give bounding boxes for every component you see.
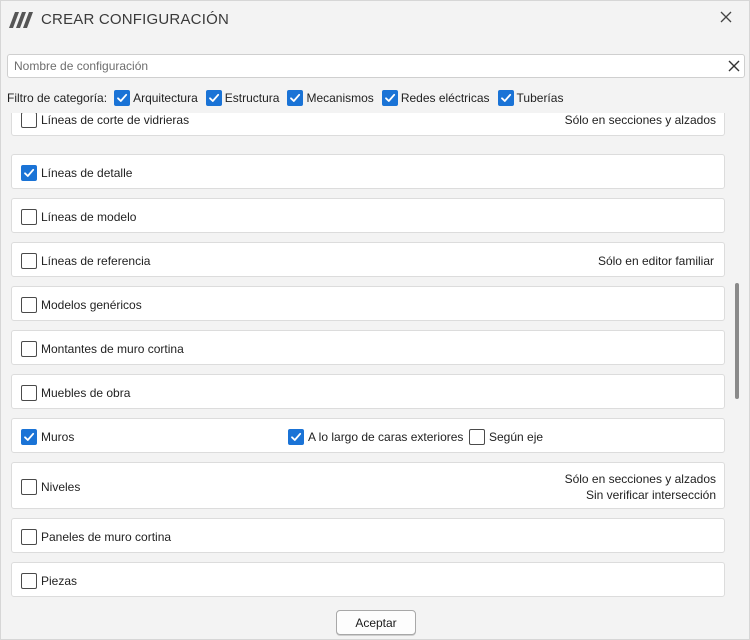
list-item: Muros A lo largo de caras exteriores Según… (11, 418, 725, 453)
item-checkbox[interactable] (21, 428, 37, 445)
list-item: Líneas de modelo (11, 198, 725, 233)
filter-checkbox[interactable] (287, 90, 304, 106)
item-label: Líneas de detalle (41, 165, 133, 180)
category-filter: Filtro de categoría: Arquitectura Estruct… (7, 89, 571, 107)
list-item: Piezas (11, 562, 725, 597)
list-item: Paneles de muro cortina (11, 518, 725, 553)
close-icon (720, 10, 732, 28)
configuration-name-input[interactable] (8, 55, 723, 77)
list-item: Niveles Sólo en secciones y alzados Sin ve… (11, 462, 725, 509)
filter-item-label: Estructura (224, 91, 280, 105)
filter-estructura[interactable]: Estructura (205, 90, 280, 106)
item-checkbox[interactable] (21, 478, 37, 495)
item-checkbox[interactable] (21, 340, 37, 357)
filter-item-label: Redes eléctricas (400, 91, 490, 105)
item-note-line: Sin verificar intersección (585, 487, 716, 502)
item-note-line: Sólo en editor familiar (597, 253, 714, 268)
item-label: Paneles de muro cortina (41, 529, 172, 544)
wall-option-segun-eje[interactable]: Según eje (469, 428, 544, 445)
item-checkbox[interactable] (21, 208, 37, 225)
list-item: Montantes de muro cortina (11, 330, 725, 365)
item-note-line: Sólo en secciones y alzados (564, 471, 716, 486)
accept-button[interactable]: Aceptar (336, 610, 416, 635)
item-label: Montantes de muro cortina (41, 341, 184, 356)
list-item: Modelos genéricos (11, 286, 725, 321)
item-note: Sólo en secciones y alzados (565, 113, 716, 128)
filter-checkbox[interactable] (497, 90, 514, 106)
list-scrollbar[interactable] (735, 283, 739, 399)
list-item: Líneas de detalle (11, 154, 725, 189)
filter-item-label: Tuberías (516, 91, 564, 105)
filter-tuberias[interactable]: Tuberías (497, 90, 564, 106)
item-checkbox[interactable] (21, 164, 37, 181)
filter-checkbox[interactable] (114, 90, 131, 106)
filter-checkbox[interactable] (205, 90, 222, 106)
item-checkbox[interactable] (21, 113, 37, 128)
category-list[interactable]: Líneas de corte de vidrieras Sólo en secc… (9, 113, 743, 599)
filter-item-label: Mecanismos (306, 91, 374, 105)
item-checkbox[interactable] (21, 528, 37, 545)
search-box (7, 54, 745, 78)
clear-search-icon[interactable] (727, 59, 741, 73)
option-checkbox[interactable] (469, 428, 485, 445)
dialog-window: CREAR CONFIGURACIÓN Filtro de categoría:… (0, 0, 750, 640)
option-checkbox[interactable] (288, 428, 304, 445)
category-filter-label: Filtro de categoría: (7, 91, 108, 105)
filter-arquitectura[interactable]: Arquitectura (114, 90, 198, 106)
item-checkbox[interactable] (21, 296, 37, 313)
item-label: Muros (41, 429, 75, 444)
item-note: Sólo en secciones y alzados Sin verificar… (565, 471, 716, 503)
item-note-line: Sólo en secciones y alzados (564, 113, 716, 127)
list-item: Líneas de referencia Sólo en editor famil… (11, 242, 725, 277)
item-label: Líneas de modelo (41, 209, 137, 224)
item-checkbox[interactable] (21, 572, 37, 589)
list-item: Líneas de corte de vidrieras Sólo en secc… (11, 113, 725, 136)
filter-redes-electricas[interactable]: Redes eléctricas (381, 90, 490, 106)
list-item: Muebles de obra (11, 374, 725, 409)
close-button[interactable] (713, 7, 739, 31)
item-label: Niveles (41, 479, 81, 494)
app-logo-icon (9, 11, 35, 29)
item-label: Líneas de corte de vidrieras (41, 113, 190, 127)
item-label: Modelos genéricos (41, 297, 142, 312)
option-label: Según eje (489, 429, 544, 444)
item-checkbox[interactable] (21, 384, 37, 401)
item-label: Líneas de referencia (41, 253, 151, 268)
item-checkbox[interactable] (21, 252, 37, 269)
wall-option-a-lo-largo-de-caras-exteriores[interactable]: A lo largo de caras exteriores (288, 428, 464, 445)
title-bar: CREAR CONFIGURACIÓN (1, 1, 749, 41)
item-label: Muebles de obra (41, 385, 131, 400)
filter-item-label: Arquitectura (133, 91, 198, 105)
filter-checkbox[interactable] (381, 90, 398, 106)
filter-mecanismos[interactable]: Mecanismos (287, 90, 374, 106)
option-label: A lo largo de caras exteriores (308, 429, 464, 444)
item-note: Sólo en editor familiar (598, 253, 714, 269)
item-label: Piezas (41, 573, 78, 588)
dialog-title: CREAR CONFIGURACIÓN (41, 11, 229, 28)
